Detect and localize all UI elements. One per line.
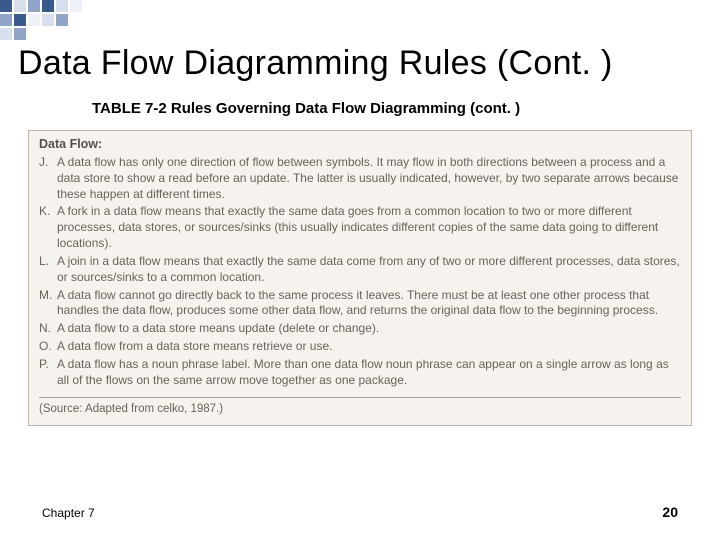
rule-letter: N. [39,321,57,337]
rule-row: J. A data flow has only one direction of… [39,155,681,202]
rule-text: A fork in a data flow means that exactly… [57,204,681,251]
rule-letter: K. [39,204,57,251]
footer-chapter: Chapter 7 [42,506,95,520]
rule-text: A data flow cannot go directly back to t… [57,288,681,320]
rule-text: A join in a data flow means that exactly… [57,254,681,286]
rule-letter: M. [39,288,57,320]
section-heading: Data Flow: [39,137,681,151]
rule-row: M. A data flow cannot go directly back t… [39,288,681,320]
rule-row: L. A join in a data flow means that exac… [39,254,681,286]
rules-table: Data Flow: J. A data flow has only one d… [28,130,692,426]
rule-row: K. A fork in a data flow means that exac… [39,204,681,251]
rule-letter: O. [39,339,57,355]
rule-row: O. A data flow from a data store means r… [39,339,681,355]
footer-page-number: 20 [662,504,678,520]
rule-text: A data flow has only one direction of fl… [57,155,681,202]
rule-row: N. A data flow to a data store means upd… [39,321,681,337]
source-citation: (Source: Adapted from celko, 1987.) [39,397,681,415]
rule-letter: J. [39,155,57,202]
rule-text: A data flow has a noun phrase label. Mor… [57,357,681,389]
rule-letter: P. [39,357,57,389]
corner-decoration [0,0,82,42]
rule-text: A data flow from a data store means retr… [57,339,681,355]
rule-text: A data flow to a data store means update… [57,321,681,337]
rule-letter: L. [39,254,57,286]
rule-row: P. A data flow has a noun phrase label. … [39,357,681,389]
table-caption: TABLE 7-2 Rules Governing Data Flow Diag… [92,100,520,117]
slide-title: Data Flow Diagramming Rules (Cont. ) [18,44,613,83]
